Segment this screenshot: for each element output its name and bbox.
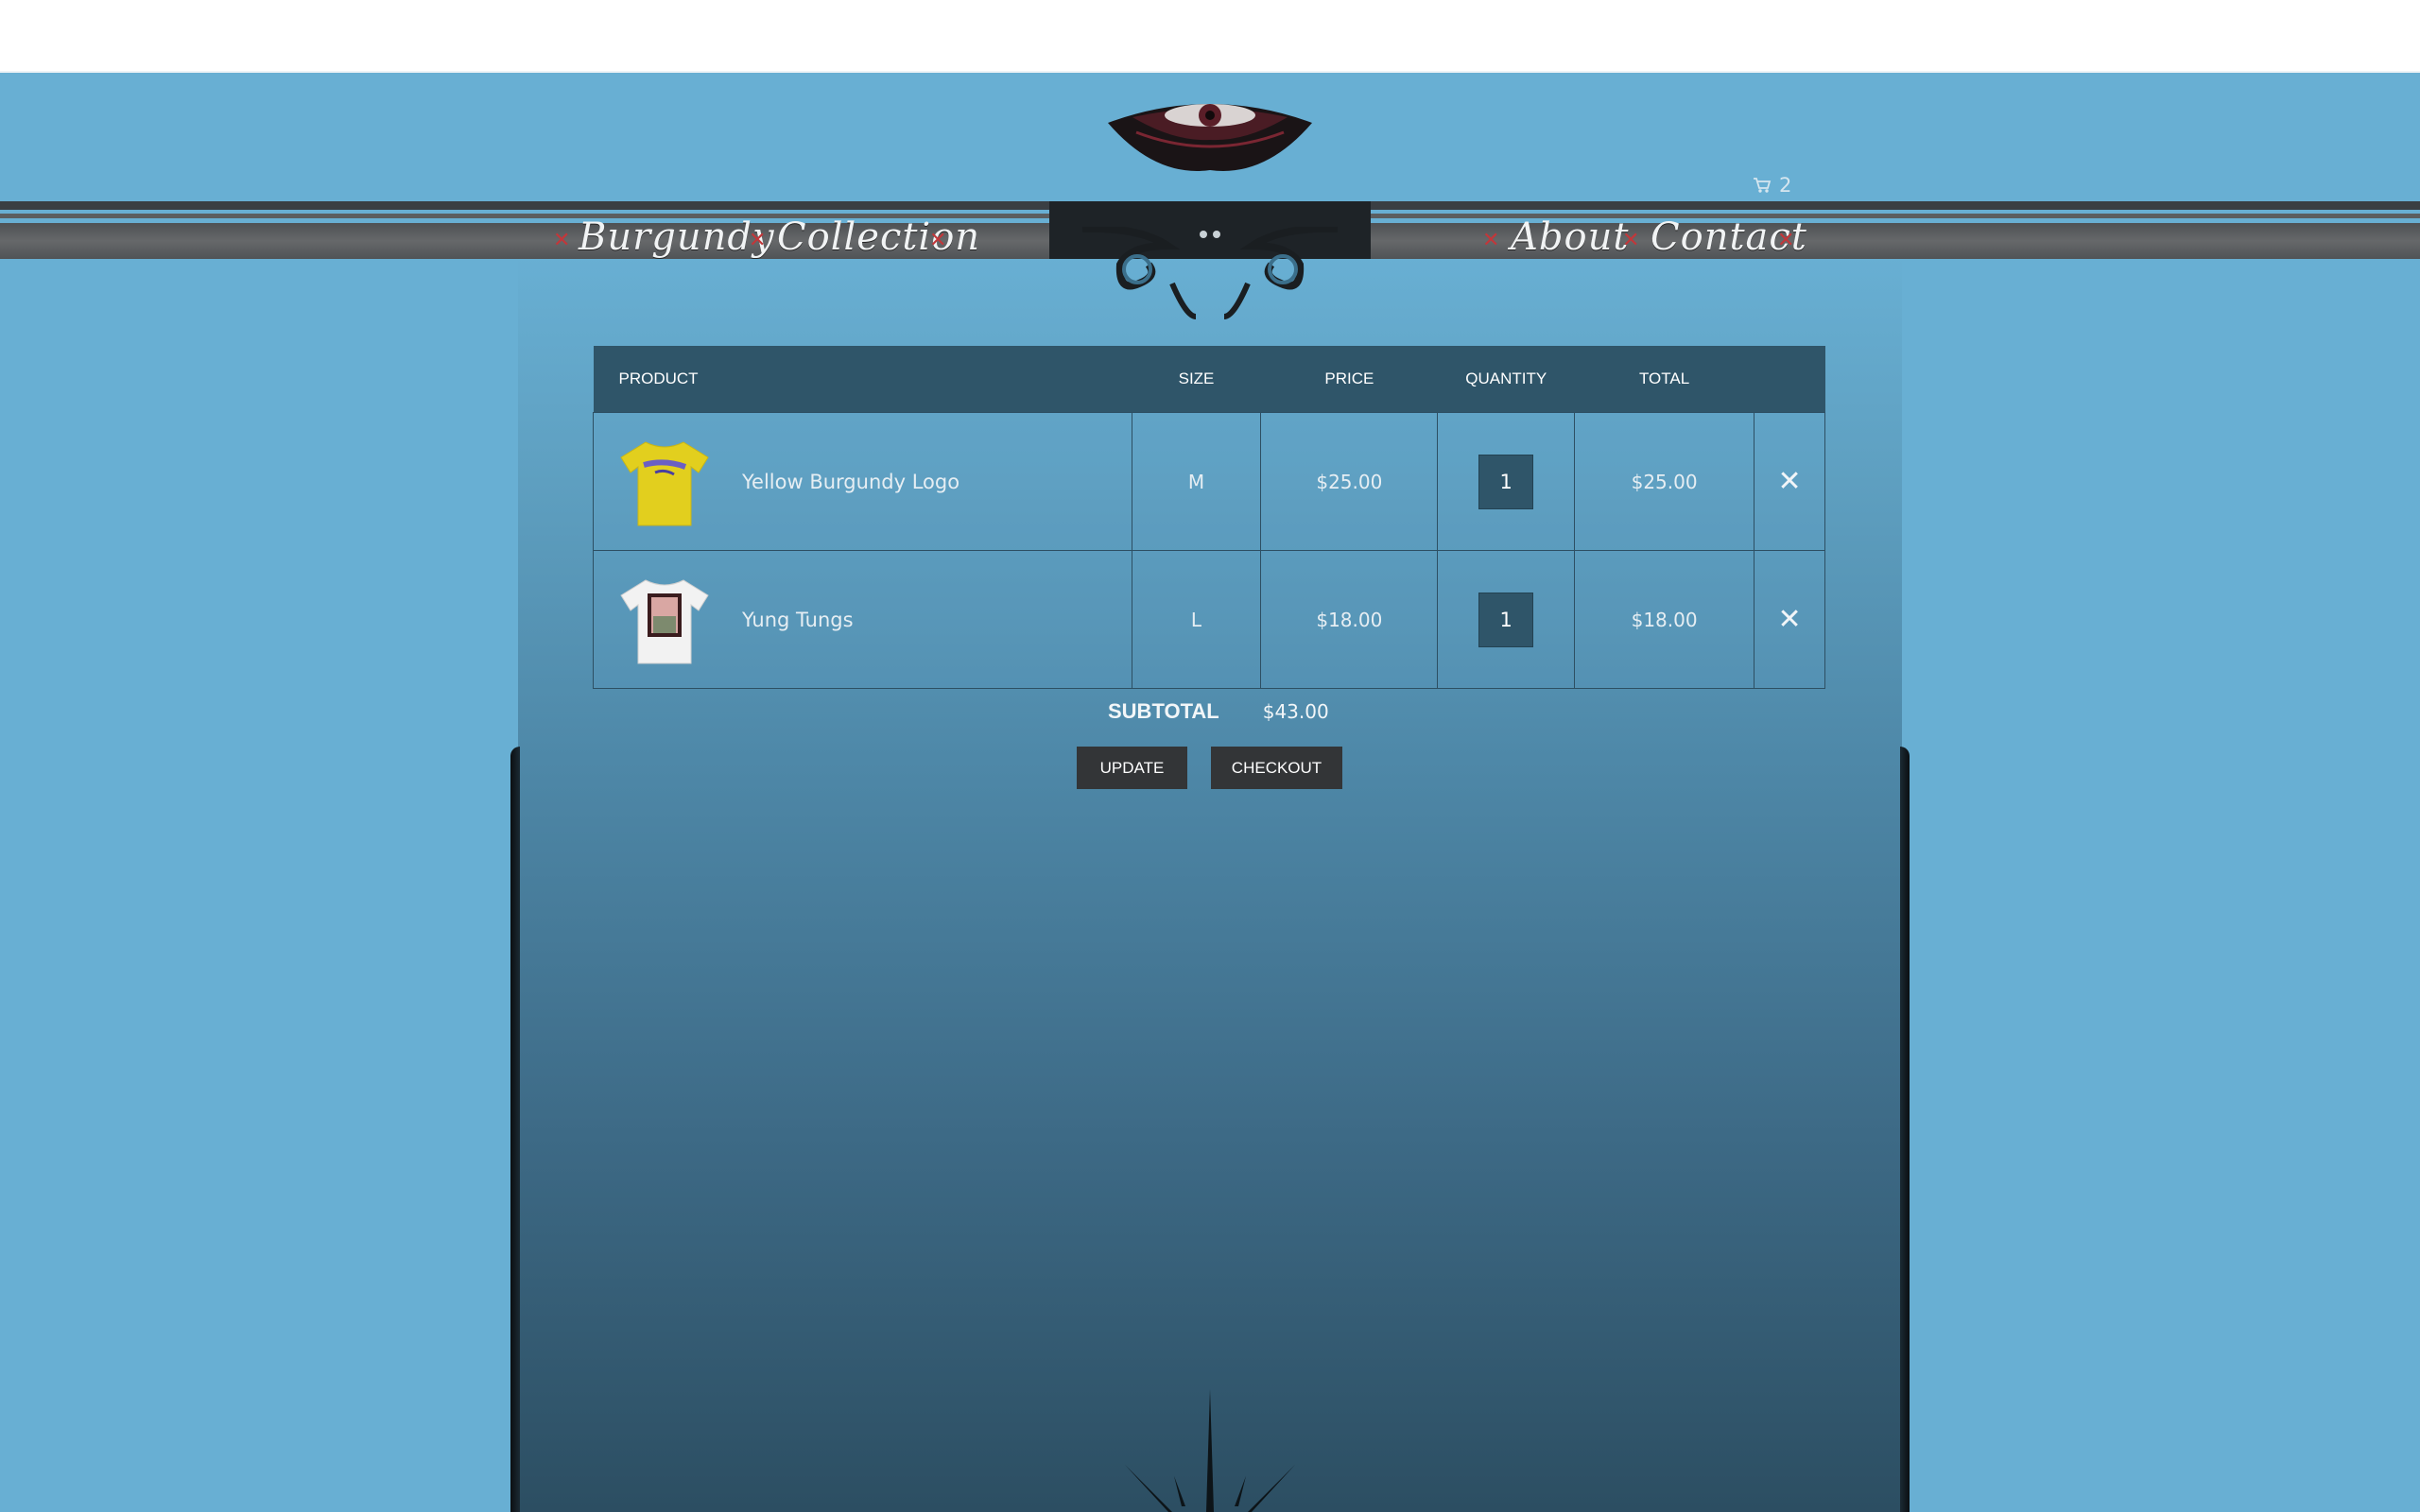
quantity-input[interactable]: 1 xyxy=(1478,592,1534,647)
panel-edge-left xyxy=(510,747,520,1512)
subtotal-value: $43.00 xyxy=(1262,700,1329,723)
quantity-cell: 1 xyxy=(1437,412,1576,551)
price-cell: $25.00 xyxy=(1260,412,1439,551)
subtotal-row: SUBTOTAL $43.00 xyxy=(1108,699,1329,724)
shopping-cart-icon xyxy=(1754,178,1772,193)
size-cell: M xyxy=(1131,412,1262,551)
header-size: SIZE xyxy=(1132,346,1261,413)
header-product: PRODUCT xyxy=(593,346,1132,413)
quantity-input[interactable]: 1 xyxy=(1478,454,1534,509)
remove-item-icon[interactable]: ✕ xyxy=(1777,603,1801,636)
nav-link-burgundy[interactable]: Burgundy xyxy=(579,215,775,259)
nav-separator: ✕ xyxy=(1482,229,1500,252)
header-quantity: QUANTITY xyxy=(1437,346,1575,413)
yellow-shirt-thumbnail[interactable] xyxy=(617,435,712,529)
cart-count: 2 xyxy=(1779,174,1792,197)
nav-link-collection[interactable]: Collection xyxy=(777,215,980,259)
nav-link-about[interactable]: About xyxy=(1511,215,1629,259)
cart-table: PRODUCT SIZE PRICE QUANTITY TOTAL Yellow… xyxy=(593,346,1825,689)
panel-edge-right xyxy=(1900,747,1910,1512)
nav-separator: ✕ xyxy=(749,229,767,252)
header-total: TOTAL xyxy=(1574,346,1754,413)
product-cell: Yellow Burgundy Logo xyxy=(593,412,1132,551)
nav-ornament xyxy=(1081,227,1339,319)
remove-cell: ✕ xyxy=(1754,550,1825,689)
white-shirt-thumbnail[interactable] xyxy=(617,573,712,667)
subtotal-label: SUBTOTAL xyxy=(1108,699,1219,723)
product-name[interactable]: Yung Tungs xyxy=(742,609,854,631)
checkout-button[interactable]: CHECKOUT xyxy=(1211,747,1342,789)
update-button[interactable]: UPDATE xyxy=(1077,747,1187,789)
total-cell: $18.00 xyxy=(1574,550,1755,689)
nav-separator: ✕ xyxy=(553,229,571,252)
remove-cell: ✕ xyxy=(1754,412,1825,551)
nav-separator: ✕ xyxy=(929,229,947,252)
nav-separator: ✕ xyxy=(1622,229,1640,252)
size-cell: L xyxy=(1131,550,1262,689)
header-price: PRICE xyxy=(1260,346,1438,413)
product-cell: Yung Tungs xyxy=(593,550,1132,689)
remove-item-icon[interactable]: ✕ xyxy=(1777,465,1801,498)
cart-link[interactable]: 2 xyxy=(1753,174,1791,197)
quantity-cell: 1 xyxy=(1437,550,1576,689)
nav-separator: ✕ xyxy=(1777,229,1795,252)
table-row: Yellow Burgundy Logo M $25.00 1 $25.00 ✕ xyxy=(593,412,1825,551)
price-cell: $18.00 xyxy=(1260,550,1439,689)
decorative-spike xyxy=(1125,1389,1295,1512)
product-name[interactable]: Yellow Burgundy Logo xyxy=(742,471,959,493)
table-header-row: PRODUCT SIZE PRICE QUANTITY TOTAL xyxy=(593,346,1825,413)
header-remove xyxy=(1754,346,1825,413)
eye-logo[interactable] xyxy=(1104,94,1316,172)
total-cell: $25.00 xyxy=(1574,412,1755,551)
table-row: Yung Tungs L $18.00 1 $18.00 ✕ xyxy=(593,550,1825,689)
browser-top-bar xyxy=(0,0,2420,73)
